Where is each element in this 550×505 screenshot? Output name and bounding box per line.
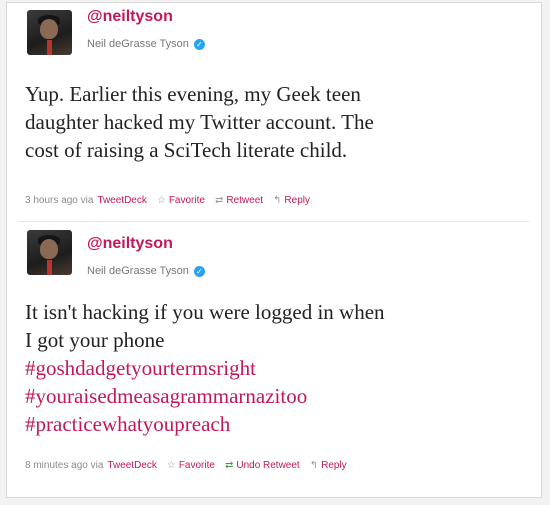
- reply-label: Reply: [321, 460, 347, 471]
- avatar-tie: [47, 40, 52, 55]
- hashtag-link[interactable]: #youraisedmeasagrammarnazitoo: [25, 382, 535, 410]
- tweet-text-line: Yup. Earlier this evening, my Geek teen: [25, 82, 361, 106]
- reply-button[interactable]: ↰ Reply: [310, 460, 347, 471]
- tweet-text-line: cost of raising a SciTech literate child…: [25, 138, 348, 162]
- retweet-icon: ⇄: [214, 195, 224, 206]
- avatar[interactable]: [27, 10, 72, 55]
- avatar-tie: [47, 260, 52, 275]
- reply-arrow-icon: ↰: [309, 460, 319, 471]
- user-handle[interactable]: @neiltyson: [87, 8, 173, 26]
- tweet-meta: 8 minutes ago via TweetDeck ☆ Favorite ⇄…: [25, 460, 347, 471]
- avatar[interactable]: [27, 230, 72, 275]
- avatar-face: [40, 19, 58, 39]
- favorite-button[interactable]: ☆ Favorite: [167, 460, 215, 471]
- reply-arrow-icon: ↰: [273, 195, 282, 206]
- reply-label: Reply: [284, 195, 310, 206]
- hashtag-link[interactable]: #goshdadgetyourtermsright: [25, 354, 535, 382]
- tweet-meta: 3 hours ago via TweetDeck ☆ Favorite ⇄ R…: [25, 195, 310, 206]
- retweet-icon: ⇄: [224, 460, 234, 471]
- client-link[interactable]: TweetDeck: [97, 195, 146, 206]
- timestamp[interactable]: 3 hours ago via: [25, 195, 93, 206]
- undo-retweet-button[interactable]: ⇄ Undo Retweet: [225, 460, 300, 471]
- hashtag-link[interactable]: #practicewhatyoupreach: [25, 410, 535, 438]
- reply-button[interactable]: ↰ Reply: [273, 195, 310, 206]
- verified-badge-icon: ✓: [193, 38, 205, 50]
- tweet-text: It isn't hacking if you were logged in w…: [25, 298, 535, 438]
- user-name-row: Neil deGrasse Tyson ✓: [87, 265, 205, 277]
- verified-badge-icon: ✓: [193, 265, 205, 277]
- retweet-label: Retweet: [226, 195, 264, 206]
- favorite-button[interactable]: ☆ Favorite: [157, 195, 205, 206]
- favorite-label: Favorite: [168, 195, 205, 206]
- tweet-text-line: I got your phone: [25, 328, 165, 352]
- retweet-button[interactable]: ⇄ Retweet: [215, 195, 263, 206]
- divider: [19, 221, 529, 222]
- user-name-row: Neil deGrasse Tyson ✓: [87, 38, 205, 50]
- client-link[interactable]: TweetDeck: [107, 460, 156, 471]
- user-display-name[interactable]: Neil deGrasse Tyson: [87, 38, 189, 50]
- avatar-face: [40, 239, 58, 259]
- favorite-label: Favorite: [178, 460, 215, 471]
- tweet-card: @neiltyson Neil deGrasse Tyson ✓ Yup. Ea…: [6, 2, 542, 498]
- tweet-text-line: It isn't hacking if you were logged in w…: [25, 300, 385, 324]
- tweet-text-line: daughter hacked my Twitter account. The: [25, 110, 374, 134]
- timestamp[interactable]: 8 minutes ago via: [25, 460, 103, 471]
- retweet-label: Undo Retweet: [236, 460, 300, 471]
- star-icon: ☆: [156, 195, 166, 206]
- user-handle[interactable]: @neiltyson: [87, 235, 173, 253]
- tweet-text: Yup. Earlier this evening, my Geek teen …: [25, 80, 535, 164]
- user-display-name[interactable]: Neil deGrasse Tyson: [87, 265, 189, 277]
- star-icon: ☆: [166, 460, 176, 471]
